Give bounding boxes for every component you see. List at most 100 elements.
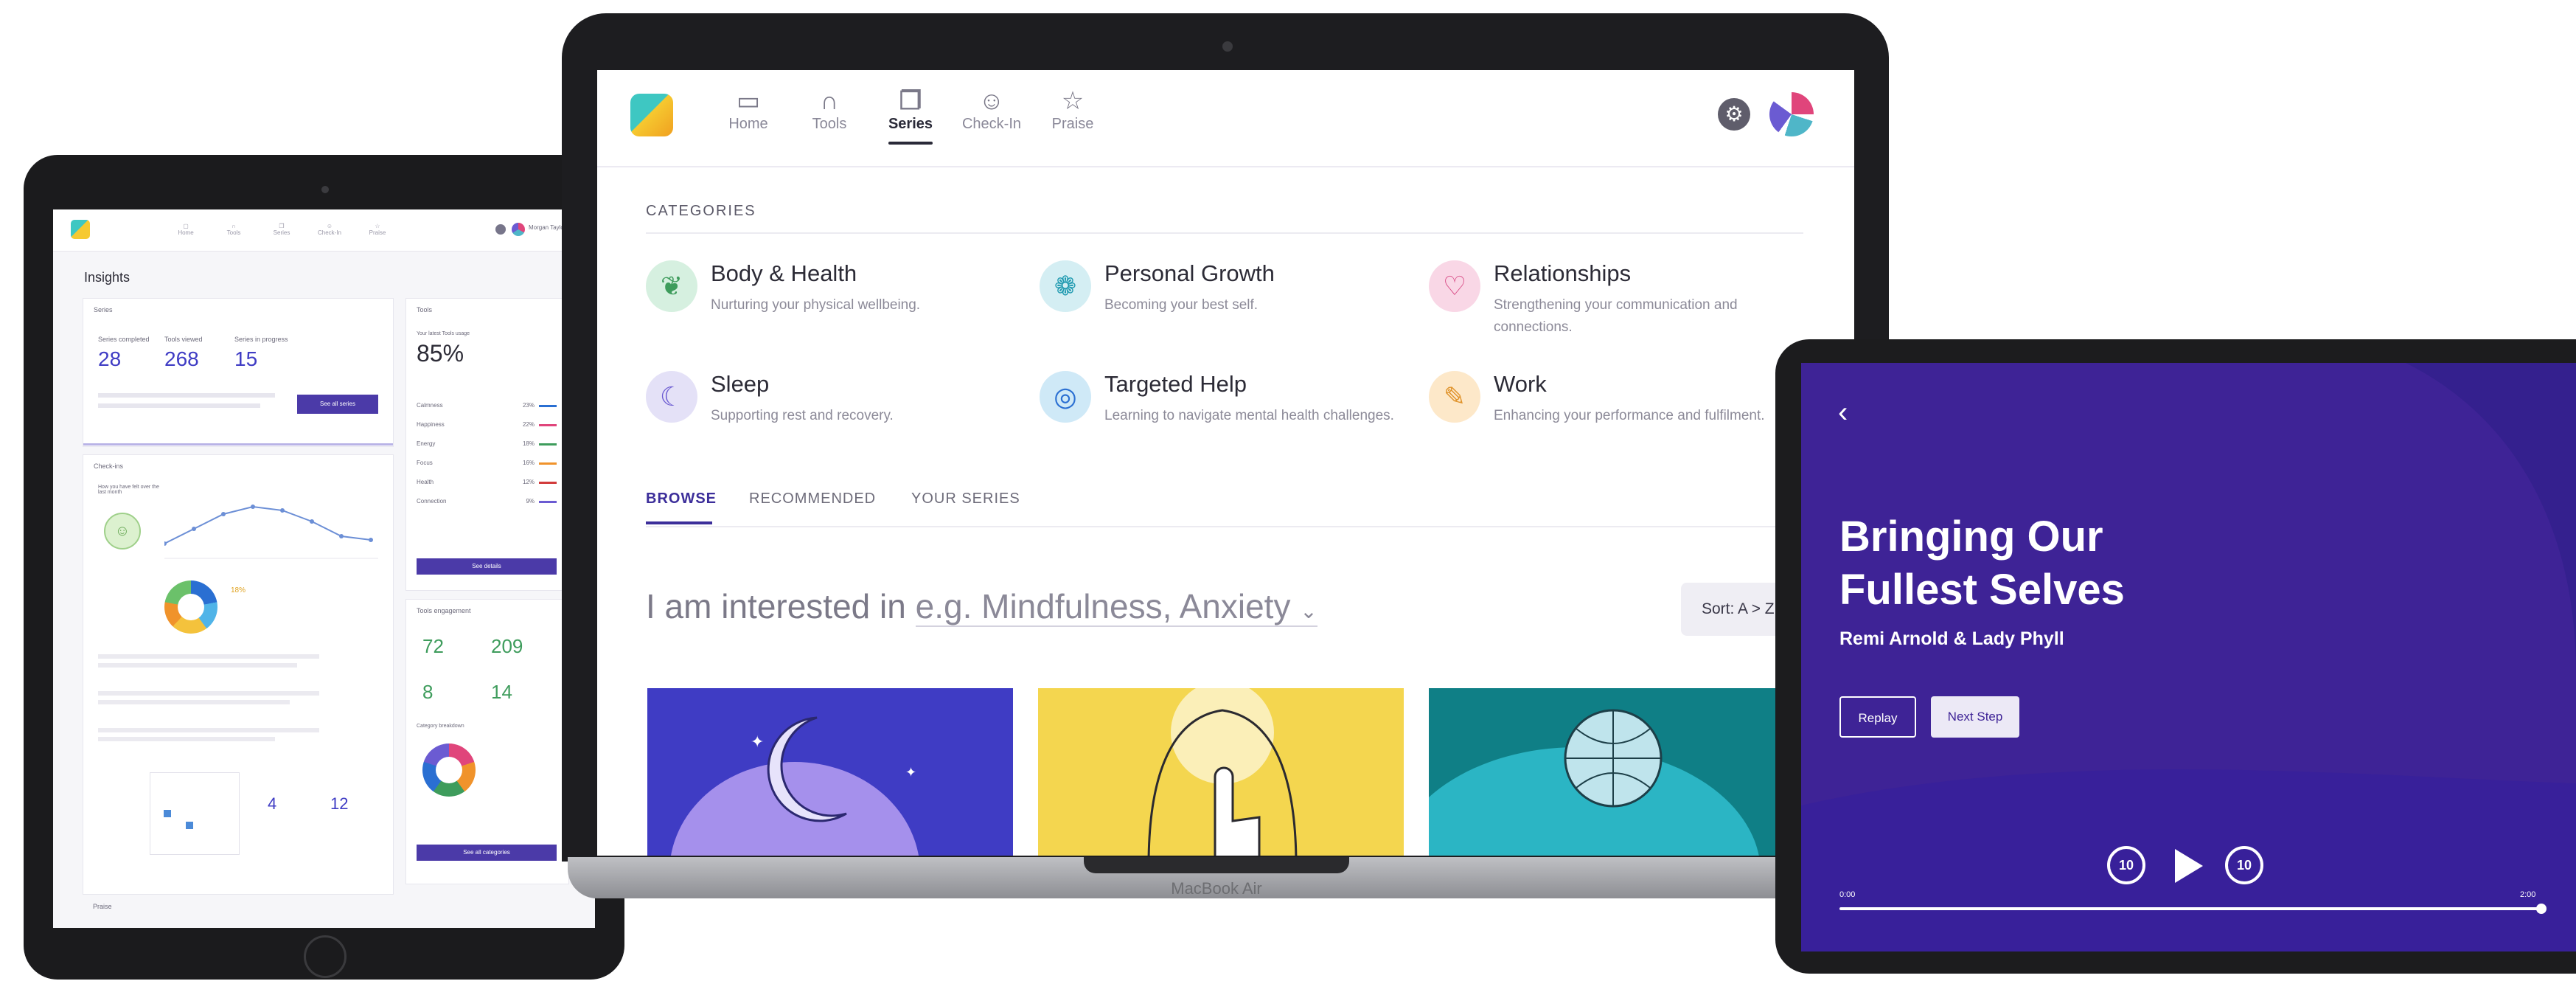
settings-icon[interactable] [495, 224, 506, 235]
text-placeholder [98, 737, 275, 741]
play-icon[interactable] [2175, 849, 2203, 883]
text-placeholder [98, 654, 319, 659]
moon-illustration: ✦ ✦ [671, 716, 919, 856]
nav-home[interactable]: ▢ Home [171, 223, 201, 236]
category-work[interactable]: ✎ Work Enhancing your performance and fu… [1429, 371, 1805, 460]
nav-home-label: Home [178, 229, 194, 236]
mood-line-chart [164, 505, 378, 559]
svg-text:✦: ✦ [751, 732, 764, 751]
growth-icon: ❁ [1040, 260, 1091, 312]
mood-donut-chart [164, 580, 217, 634]
page-title: Insights [84, 270, 130, 285]
interest-placeholder: e.g. Mindfulness, Anxiety [915, 587, 1291, 625]
categories-title: CATEGORIES [646, 203, 756, 219]
see-all-series-button[interactable]: See all series [297, 395, 378, 414]
stat-label: Tools viewed [164, 336, 203, 343]
tools-row-label: Connection [417, 498, 447, 505]
category-desc: Strengthening your communication and con… [1494, 297, 1738, 335]
category-title: Body & Health [711, 260, 857, 286]
avatar[interactable] [1769, 92, 1814, 136]
nav-tools[interactable]: ∩ Tools [789, 86, 870, 133]
tools-row-pct: 22% [522, 421, 535, 428]
category-relationships[interactable]: ♡ Relationships Strengthening your commu… [1429, 260, 1805, 349]
stack-icon: ❐ [899, 87, 922, 115]
user-name[interactable]: Morgan Taylor [529, 224, 566, 231]
avatar[interactable] [512, 223, 525, 236]
category-body-health[interactable]: ❦ Body & Health Nurturing your physical … [646, 260, 1022, 349]
laptop-camera [1222, 41, 1233, 52]
tools-row-pct: 23% [522, 402, 535, 409]
body-icon: ❦ [646, 260, 697, 312]
nav-checkin[interactable]: ☺ Check-In [951, 86, 1032, 133]
text-placeholder [98, 700, 290, 704]
next-step-button[interactable]: Next Step [1931, 696, 2019, 738]
divider [646, 232, 1803, 234]
category-targeted-help[interactable]: ◎ Targeted Help Learning to navigate men… [1040, 371, 1416, 460]
progress-knob[interactable] [2536, 904, 2547, 914]
nav-praise[interactable]: ☆ Praise [1032, 86, 1113, 133]
skip-forward-icon[interactable]: 10 [2225, 846, 2263, 884]
series-section-label: Series [94, 306, 113, 313]
nav-series-label: Series [888, 116, 933, 132]
text-placeholder [98, 728, 319, 732]
category-donut-chart [422, 743, 476, 797]
interest-prefix: I am interested in [646, 587, 906, 625]
tools-subtitle: Your latest Tools usage [417, 331, 470, 336]
see-details-button[interactable]: See details [417, 558, 557, 575]
back-chevron-icon[interactable]: ‹ [1838, 396, 1848, 429]
app-logo-icon[interactable] [71, 220, 90, 239]
tablet-home-button [304, 935, 347, 978]
tools-row-label: Happiness [417, 421, 445, 428]
series-card[interactable] [1038, 688, 1404, 856]
nav-series[interactable]: ❐ Series [267, 223, 296, 236]
hearts-icon: ♡ [1429, 260, 1480, 312]
laptop-hinge [1084, 857, 1349, 873]
tab-your-series[interactable]: YOUR SERIES [911, 490, 1020, 507]
nav-tools-label: Tools [226, 229, 241, 236]
category-personal-growth[interactable]: ❁ Personal Growth Becoming your best sel… [1040, 260, 1416, 349]
stat-label: Series completed [98, 336, 150, 343]
tools-row-pct: 12% [522, 479, 535, 485]
nav-praise[interactable]: ☆ Praise [363, 223, 392, 236]
series-title-line: Fullest Selves [1839, 566, 2125, 614]
nav-tools[interactable]: ∩ Tools [219, 223, 248, 236]
nav-praise-label: Praise [1051, 116, 1094, 132]
nav-series[interactable]: ❐ Series [870, 86, 951, 145]
smiley-icon: ☺ [104, 513, 141, 550]
category-desc: Nurturing your physical wellbeing. [711, 297, 921, 313]
skip-back-icon[interactable]: 10 [2107, 846, 2145, 884]
tab-recommended[interactable]: RECOMMENDED [749, 490, 876, 507]
replay-button[interactable]: Replay [1839, 696, 1916, 738]
divider [646, 526, 1803, 527]
nav-checkin[interactable]: ☺ Check-In [315, 223, 344, 236]
category-desc: Enhancing your performance and fulfilmen… [1494, 408, 1765, 423]
see-all-categories-button[interactable]: See all categories [417, 845, 557, 861]
series-author: Remi Arnold & Lady Phyll [1839, 628, 2064, 649]
series-card[interactable]: ✦ ✦ [647, 688, 1013, 856]
chart-label: How you have felt over the last month [98, 485, 159, 495]
interest-select[interactable]: e.g. Mindfulness, Anxiety ⌄ [915, 587, 1317, 627]
text-placeholder [98, 691, 319, 696]
category-title: Relationships [1494, 260, 1632, 286]
panel-accent [83, 443, 393, 446]
calendar-stat: 4 [268, 794, 277, 813]
settings-icon[interactable]: ⚙ [1718, 98, 1750, 131]
progress-bar[interactable] [1839, 907, 2540, 910]
tools-list: Calmness 23% Happiness 22% Energy 18% Focus… [417, 402, 557, 517]
engagement-panel: Tools engagement 72 209 8 14 Category br… [405, 599, 569, 884]
category-title: Sleep [711, 371, 770, 397]
category-title: Targeted Help [1104, 371, 1247, 397]
tools-section-label: Tools [417, 306, 433, 313]
series-card[interactable] [1429, 688, 1795, 856]
engagement-stat: 209 [491, 635, 523, 657]
nav-home[interactable]: ▭ Home [708, 86, 789, 133]
series-panel: Series Series completed 28 Tools viewed … [83, 298, 394, 447]
calendar[interactable] [150, 772, 240, 855]
category-desc: Learning to navigate mental health chall… [1104, 408, 1394, 423]
app-logo-icon[interactable] [630, 94, 673, 136]
text-placeholder [98, 403, 260, 408]
category-sleep[interactable]: ☾ Sleep Supporting rest and recovery. [646, 371, 1022, 460]
engagement-stat: 8 [422, 681, 434, 703]
svg-text:✦: ✦ [905, 765, 916, 780]
tab-browse[interactable]: BROWSE [646, 490, 717, 507]
